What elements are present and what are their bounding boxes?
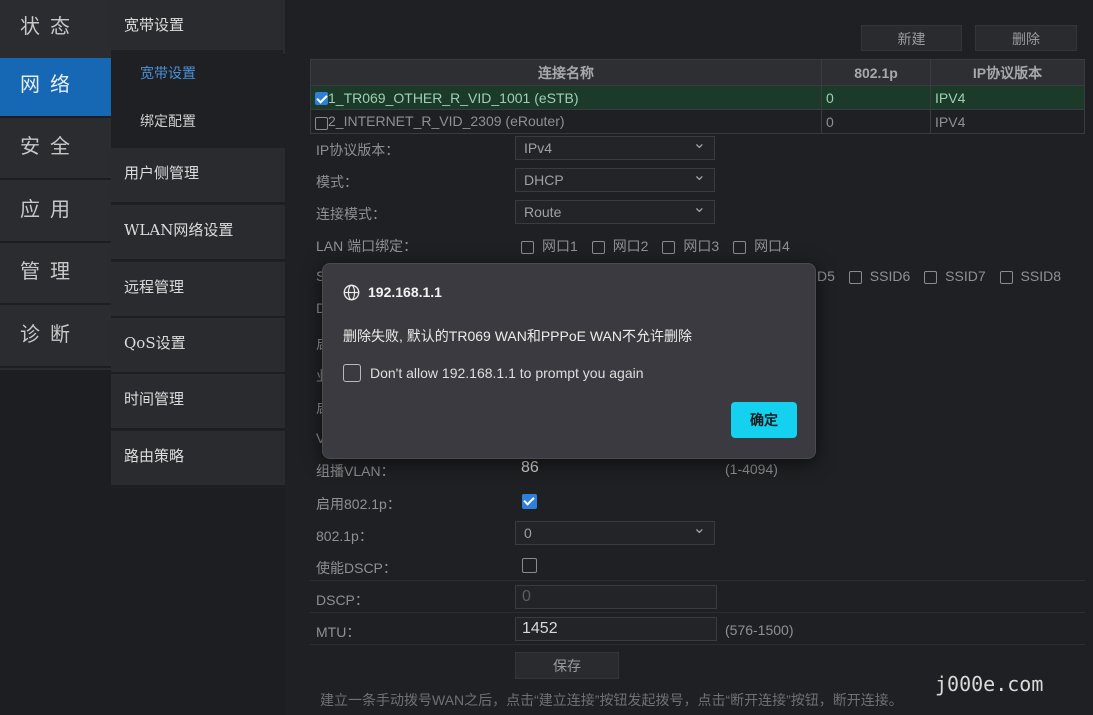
save-button[interactable]: 保存 xyxy=(515,652,619,679)
lan-bind-label: LAN 端口绑定： xyxy=(316,238,418,254)
table-cell-8021p: 0 xyxy=(821,109,931,134)
table-cell-8021p: 0 xyxy=(821,85,931,110)
ok-button[interactable]: 确定 xyxy=(731,402,797,438)
8021p-select[interactable]: 0 xyxy=(515,518,715,545)
mode-select[interactable]: DHCP xyxy=(515,165,715,192)
nav2-broadband-group[interactable]: 宽带设置 xyxy=(111,0,285,56)
mtu-hint: (576-1500) xyxy=(725,622,794,638)
table-cell-name: 2_INTERNET_R_VID_2309 (eRouter) xyxy=(310,109,822,134)
nav2-binding-config[interactable]: 绑定配置 xyxy=(111,98,283,146)
dialog-message: 删除失败, 默认的TR069 WAN和PPPoE WAN不允许删除 xyxy=(343,328,693,344)
lan-port-3-checkbox[interactable] xyxy=(662,240,676,254)
nav2-user-side-management[interactable]: 用户侧管理 xyxy=(111,148,285,204)
nav2-time-management[interactable]: 时间管理 xyxy=(111,374,285,430)
ssid7-option[interactable]: SSID7 xyxy=(924,268,986,284)
alert-dialog: 192.168.1.1 删除失败, 默认的TR069 WAN和PPPoE WAN… xyxy=(322,263,816,459)
lan-port-1-checkbox[interactable] xyxy=(521,240,534,254)
conn-mode-label: 连接模式： xyxy=(316,206,386,222)
table-row[interactable]: 2_INTERNET_R_VID_2309 (eRouter) 0 IPV4 xyxy=(310,109,1085,134)
ssid5-option[interactable]: D5 xyxy=(817,268,835,284)
lan-port-1-option[interactable]: 网口1 xyxy=(521,236,578,256)
table-row[interactable]: 1_TR069_OTHER_R_VID_1001 (eSTB) 0 IPV4 xyxy=(310,85,1085,110)
ssid7-checkbox[interactable] xyxy=(924,270,938,284)
ip-version-label: IP协议版本： xyxy=(316,142,400,158)
lan-port-4-option[interactable]: 网口4 xyxy=(733,236,790,256)
enable-8021p-label: 启用802.1p： xyxy=(316,496,401,512)
table-cell-name: 1_TR069_OTHER_R_VID_1001 (eSTB) xyxy=(310,85,822,110)
lan-port-2-checkbox[interactable] xyxy=(591,240,605,254)
ssid6-checkbox[interactable] xyxy=(848,270,862,284)
multicast-vlan-input[interactable]: 86 xyxy=(515,457,717,481)
primary-nav: 状态 网络 安全 应用 管理 诊断 xyxy=(0,0,111,370)
ssid8-checkbox[interactable] xyxy=(999,270,1013,284)
nav-diagnostics[interactable]: 诊断 xyxy=(0,308,111,368)
nav-status[interactable]: 状态 xyxy=(0,0,111,60)
col-header-ipver: IP协议版本 xyxy=(930,59,1085,86)
nav-security[interactable]: 安全 xyxy=(0,120,111,180)
lan-bind-options: 网口1 网口2 网口3 网口4 xyxy=(521,236,800,256)
col-header-8021p: 802.1p xyxy=(821,59,931,86)
nav-management[interactable]: 管理 xyxy=(0,245,111,305)
new-button[interactable]: 新建 xyxy=(861,25,962,51)
nav2-routing-policy[interactable]: 路由策略 xyxy=(111,431,285,487)
lan-port-2-option[interactable]: 网口2 xyxy=(591,236,648,256)
8021p-label: 802.1p： xyxy=(316,528,373,544)
lan-port-3-option[interactable]: 网口3 xyxy=(662,236,719,256)
table-cell-ipver: IPV4 xyxy=(930,85,1085,110)
enable-dscp-label: 使能DSCP： xyxy=(316,560,397,576)
ssid6-option[interactable]: SSID6 xyxy=(848,268,910,284)
mode-label: 模式： xyxy=(316,174,358,190)
lan-port-4-checkbox[interactable] xyxy=(733,240,747,254)
nav-network[interactable]: 网络 xyxy=(0,58,111,118)
row-name: 1_TR069_OTHER_R_VID_1001 (eSTB) xyxy=(328,89,579,106)
table-cell-ipver: IPV4 xyxy=(930,109,1085,134)
nav-application[interactable]: 应用 xyxy=(0,183,111,243)
row-divider xyxy=(310,612,1085,613)
nav2-wlan-settings[interactable]: WLAN网络设置 xyxy=(111,205,285,261)
dont-allow-checkbox[interactable] xyxy=(343,364,361,382)
mtu-label: MTU： xyxy=(316,624,361,640)
nav2-broadband-settings[interactable]: 宽带设置 xyxy=(111,50,283,98)
col-header-name: 连接名称 xyxy=(310,59,822,86)
mtu-input[interactable]: 1452 xyxy=(515,617,717,641)
multicast-vlan-hint: (1-4094) xyxy=(725,461,778,477)
conn-mode-select[interactable]: Route xyxy=(515,197,715,224)
dialog-host: 192.168.1.1 xyxy=(368,284,442,300)
footer-note: 建立一条手动拨号WAN之后，点击“建立连接”按钮发起拨号，点击“断开连接”按钮，… xyxy=(320,692,903,708)
nav2-qos-settings[interactable]: QoS设置 xyxy=(111,318,285,374)
multicast-vlan-label: 组播VLAN： xyxy=(316,463,395,479)
row-divider xyxy=(310,580,1085,581)
row-select-checkbox[interactable] xyxy=(315,117,328,131)
enable-8021p-checkbox[interactable] xyxy=(522,494,537,509)
row-select-checkbox[interactable] xyxy=(315,92,328,106)
nav2-remote-management[interactable]: 远程管理 xyxy=(111,262,285,318)
dscp-input[interactable]: 0 xyxy=(515,585,717,609)
row-name: 2_INTERNET_R_VID_2309 (eRouter) xyxy=(328,112,565,129)
globe-icon xyxy=(343,284,360,301)
watermark: j000e.com xyxy=(935,672,1044,696)
wan-connection-table: 连接名称 802.1p IP协议版本 1_TR069_OTHER_R_VID_1… xyxy=(310,59,1085,134)
delete-button[interactable]: 删除 xyxy=(975,25,1077,51)
dont-allow-label[interactable]: Don't allow 192.168.1.1 to prompt you ag… xyxy=(370,365,644,381)
enable-dscp-checkbox[interactable] xyxy=(522,558,537,573)
dscp-label: DSCP： xyxy=(316,592,369,608)
secondary-nav: 宽带设置 宽带设置 绑定配置 用户侧管理 WLAN网络设置 远程管理 QoS设置… xyxy=(111,0,285,488)
ssid8-option[interactable]: SSID8 xyxy=(999,268,1061,284)
ip-version-select[interactable]: IPv4 xyxy=(515,133,715,160)
ssid-bind-options: D5 SSID6 SSID7 SSID8 xyxy=(817,268,1071,284)
row-divider xyxy=(310,644,1085,645)
